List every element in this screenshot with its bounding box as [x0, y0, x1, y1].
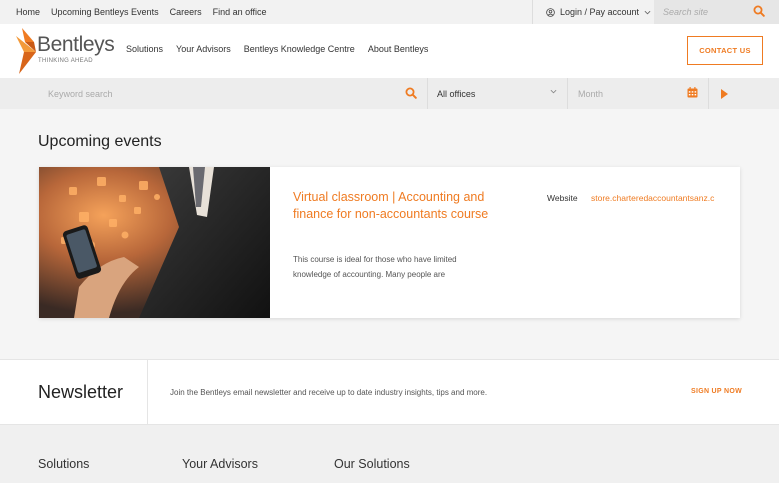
logo-wordmark: Bentleys	[37, 33, 115, 56]
contact-us-button[interactable]: CONTACT US	[687, 36, 763, 65]
chevron-down-icon	[550, 89, 557, 94]
event-title[interactable]: Virtual classroom | Accounting and finan…	[293, 189, 498, 223]
event-image	[39, 167, 270, 318]
calendar-icon[interactable]	[687, 87, 698, 98]
logo-tagline: THINKING AHEAD	[38, 58, 93, 64]
office-select-value: All offices	[437, 88, 476, 99]
utility-link-events[interactable]: Upcoming Bentleys Events	[51, 7, 159, 17]
search-icon[interactable]	[405, 87, 417, 99]
bentleys-logo[interactable]: Bentleys THINKING AHEAD	[16, 28, 116, 74]
nav-about-bentleys[interactable]: About Bentleys	[368, 44, 429, 54]
event-card[interactable]: Virtual classroom | Accounting and finan…	[39, 167, 740, 318]
utility-link-find-office[interactable]: Find an office	[213, 7, 267, 17]
newsletter-title: Newsletter	[38, 382, 124, 402]
site-search-placeholder: Search site	[663, 7, 709, 17]
page-title: Upcoming events	[38, 133, 162, 150]
nav-knowledge-centre[interactable]: Bentleys Knowledge Centre	[244, 44, 355, 54]
newsletter-text: Join the Bentleys email newsletter and r…	[170, 388, 488, 397]
office-select[interactable]: All offices	[427, 78, 567, 109]
chevron-down-icon	[644, 10, 651, 14]
arrow-right-icon	[720, 88, 728, 99]
newsletter-signup-link[interactable]: SIGN UP NOW	[691, 388, 742, 395]
filter-submit-button[interactable]	[708, 78, 739, 109]
site-search-input[interactable]: Search site	[654, 0, 779, 24]
event-website-label: Website	[547, 193, 578, 203]
site-footer: Solutions Your Advisors Our Solutions	[0, 425, 779, 483]
keyword-search-input[interactable]: Keyword search	[38, 78, 426, 109]
newsletter-divider	[147, 360, 148, 424]
utility-links: Home Upcoming Bentleys Events Careers Fi…	[0, 7, 266, 17]
utility-link-careers[interactable]: Careers	[170, 7, 202, 17]
login-label: Login / Pay account	[560, 7, 640, 17]
login-dropdown[interactable]: Login / Pay account	[532, 0, 654, 24]
site-header: Bentleys THINKING AHEAD Solutions Your A…	[0, 24, 779, 78]
event-description: This course is ideal for those who have …	[293, 255, 457, 279]
event-website-link[interactable]: store.charteredaccountantsanz.c	[591, 193, 740, 203]
main-nav: Solutions Your Advisors Bentleys Knowled…	[126, 44, 428, 54]
user-icon	[546, 7, 555, 17]
search-icon[interactable]	[753, 5, 765, 17]
utility-link-home[interactable]: Home	[16, 7, 40, 17]
nav-solutions[interactable]: Solutions	[126, 44, 163, 54]
footer-heading-solutions[interactable]: Solutions	[38, 457, 89, 471]
footer-heading-our-solutions[interactable]: Our Solutions	[334, 457, 410, 471]
logo-mark-icon	[16, 28, 36, 74]
month-placeholder: Month	[578, 88, 604, 99]
event-filter-bar: Keyword search All offices Month	[0, 78, 779, 109]
footer-heading-your-advisors[interactable]: Your Advisors	[182, 457, 258, 471]
newsletter-section: Newsletter Join the Bentleys email newsl…	[0, 359, 779, 425]
month-picker-input[interactable]: Month	[567, 78, 708, 109]
nav-your-advisors[interactable]: Your Advisors	[176, 44, 231, 54]
keyword-search-placeholder: Keyword search	[48, 88, 113, 99]
